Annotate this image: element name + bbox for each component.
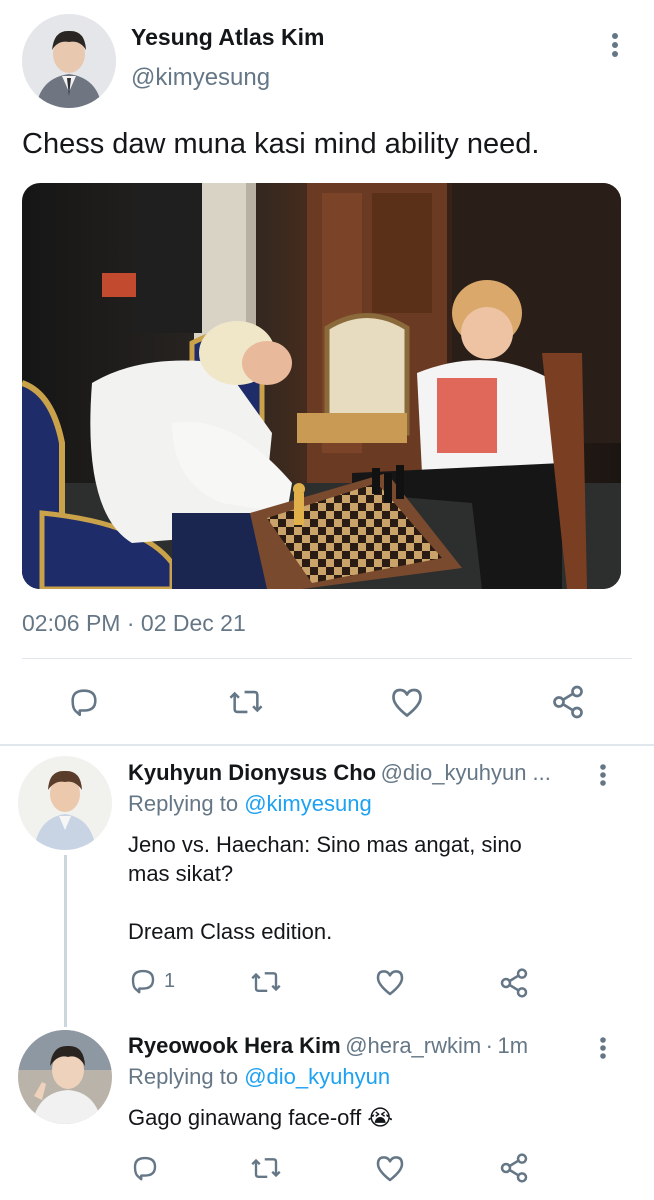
tweet-timestamp[interactable]: 02:06 PM · 02 Dec 21: [22, 610, 246, 637]
timestamp-divider: [22, 658, 632, 659]
reply-author-name[interactable]: Kyuhyun Dionysus Cho: [128, 760, 376, 785]
reply-avatar[interactable]: [18, 1030, 112, 1124]
reply-header: Kyuhyun Dionysus Cho @dio_kyuhyun ...: [128, 760, 551, 786]
reply-count: 1: [164, 969, 176, 992]
replying-to-label: Replying to: [128, 791, 239, 816]
tweet-text: Chess daw muna kasi mind ability need.: [22, 128, 540, 160]
crying-face-emoji: 😭: [367, 1105, 394, 1130]
replying-to-line: Replying to @dio_kyuhyun: [128, 1064, 390, 1090]
reply-author-handle[interactable]: @dio_kyuhyun ...: [381, 760, 551, 785]
like-icon: [376, 970, 404, 996]
reply-action-reply[interactable]: 1: [128, 966, 175, 996]
section-divider: [0, 744, 654, 746]
retweet-icon: [229, 690, 263, 714]
reply-icon: [131, 969, 155, 994]
replying-to-mention[interactable]: @dio_kyuhyun: [244, 1064, 390, 1089]
reply-text-line: mas sikat?: [128, 861, 234, 886]
reply-more-options-icon[interactable]: [590, 1035, 616, 1061]
like-icon: [392, 688, 422, 717]
like-button[interactable]: [387, 682, 427, 722]
reply-author-handle[interactable]: @hera_rwkim: [345, 1033, 481, 1058]
author-avatar[interactable]: [22, 14, 116, 108]
retweet-button[interactable]: [226, 682, 266, 722]
share-icon: [500, 968, 528, 998]
share-icon: [553, 685, 583, 719]
tweet-date: 02 Dec 21: [140, 610, 246, 636]
reply-text: Gago ginawang face-off 😭: [128, 1103, 608, 1132]
share-icon: [500, 1153, 528, 1183]
reply-text: Jeno vs. Haechan: Sino mas angat, sino m…: [128, 830, 608, 946]
tweet-photo[interactable]: [22, 183, 621, 589]
reply-action-retweet[interactable]: [248, 1152, 284, 1184]
reply-action-share[interactable]: [496, 1151, 532, 1185]
share-button[interactable]: [548, 682, 588, 722]
thread-connector-line: [64, 855, 67, 1027]
reply-text-content: Gago ginawang face-off: [128, 1105, 362, 1130]
avatar-portrait: [22, 14, 116, 108]
author-handle[interactable]: @kimyesung: [131, 64, 270, 92]
reply-text-line: Dream Class edition.: [128, 919, 333, 944]
reply-action-reply[interactable]: [128, 1152, 162, 1184]
reply-icon: [71, 689, 97, 717]
like-icon: [376, 1156, 404, 1182]
timestamp-separator: ·: [126, 610, 135, 636]
tweet-time: 02:06 PM: [22, 610, 121, 636]
retweet-icon: [251, 972, 281, 992]
chess-scene-image: [22, 183, 621, 589]
retweet-icon: [251, 1158, 281, 1178]
author-name[interactable]: Yesung Atlas Kim: [131, 24, 324, 51]
reply-action-share[interactable]: [496, 966, 532, 1000]
reply-time-separator: ·: [485, 1033, 493, 1058]
more-options-icon[interactable]: [600, 30, 630, 60]
reply-icon: [133, 1156, 157, 1181]
replying-to-label: Replying to: [128, 1064, 239, 1089]
replying-to-mention[interactable]: @kimyesung: [244, 791, 372, 816]
reply-time[interactable]: 1m: [497, 1033, 528, 1058]
reply-button[interactable]: [64, 682, 104, 722]
reply-author-name[interactable]: Ryeowook Hera Kim: [128, 1033, 341, 1058]
reply-action-retweet[interactable]: [248, 966, 284, 998]
reply-action-like[interactable]: [372, 1152, 408, 1184]
reply-text-line: Jeno vs. Haechan: Sino mas angat, sino: [128, 832, 522, 857]
reply-avatar[interactable]: [18, 756, 112, 850]
reply-header: Ryeowook Hera Kim @hera_rwkim · 1m: [128, 1033, 528, 1059]
replying-to-line: Replying to @kimyesung: [128, 791, 372, 817]
reply-more-options-icon[interactable]: [590, 762, 616, 788]
reply-action-like[interactable]: [372, 966, 408, 998]
